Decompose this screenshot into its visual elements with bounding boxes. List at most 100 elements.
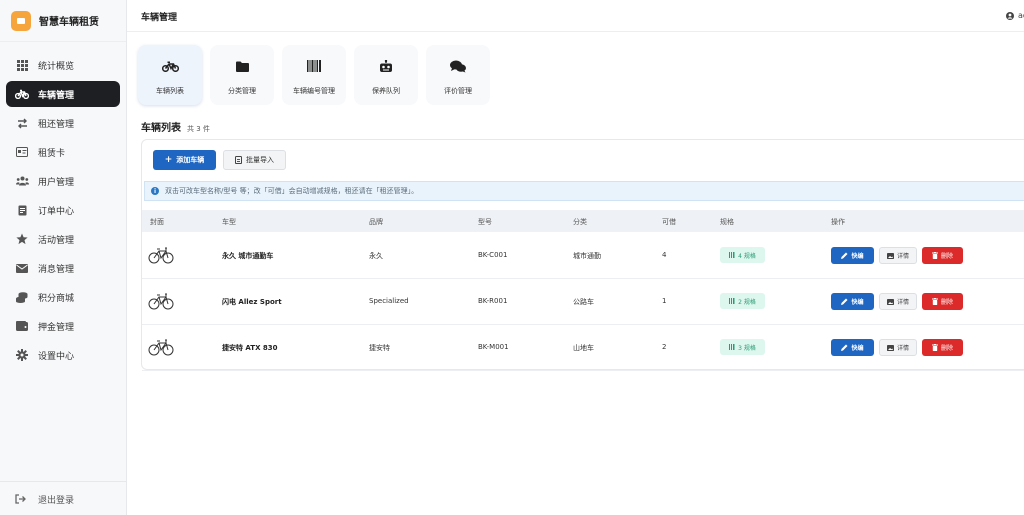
- vehicle-category: 山地车: [573, 344, 594, 352]
- envelope-icon: [15, 262, 29, 274]
- detail-button[interactable]: 详情: [879, 247, 917, 264]
- topbar: 车辆管理 ad: [127, 0, 1024, 32]
- trash-icon: [931, 344, 938, 351]
- sidebar-item-rentals[interactable]: 租还管理: [6, 110, 120, 136]
- tile-vehicle-codes[interactable]: 车辆编号管理: [282, 45, 346, 105]
- spec-badge[interactable]: 3 规格: [720, 339, 765, 355]
- delete-button[interactable]: 删除: [922, 339, 963, 356]
- file-import-icon: [235, 156, 242, 164]
- trash-icon: [931, 252, 938, 259]
- swap-icon: [15, 117, 29, 129]
- comments-icon: [450, 58, 466, 74]
- bulk-import-button[interactable]: 批量导入: [223, 150, 286, 170]
- table-row[interactable]: 闪电 Allez Sport Specialized BK-R001 公路车 1…: [142, 279, 1024, 325]
- delete-label: 删除: [940, 253, 953, 260]
- sidebar-nav: 统计概览 车辆管理 租还管理 租赁卡 用户管理 订单中心 活动管理 消息管理 积…: [0, 42, 126, 368]
- delete-button[interactable]: 删除: [922, 293, 963, 310]
- document-icon: [15, 204, 29, 216]
- delete-label: 删除: [940, 345, 953, 352]
- spec-badge[interactable]: 4 规格: [720, 247, 765, 263]
- info-banner: i 双击可改车型名称/型号 等；改「可借」会自动增减规格，租还请在「租还管理」。: [144, 181, 1024, 201]
- vehicle-code: BK-M001: [478, 343, 509, 351]
- tile-maintenance-queue[interactable]: 保养队列: [354, 45, 418, 105]
- users-icon: [15, 175, 29, 187]
- sidebar-item-label: 租赁卡: [38, 148, 66, 159]
- image-icon: [886, 252, 894, 259]
- sidebar-item-label: 车辆管理: [38, 90, 75, 101]
- logout-button[interactable]: 退出登录: [6, 486, 121, 512]
- sidebar-item-label: 消息管理: [38, 264, 75, 275]
- pencil-icon: [841, 344, 848, 351]
- barcode-icon: [729, 344, 735, 350]
- tile-label: 分类管理: [228, 87, 256, 95]
- detail-button[interactable]: 详情: [879, 293, 917, 310]
- tile-reviews[interactable]: 评价管理: [426, 45, 490, 105]
- table-row[interactable]: 捷安特 ATX 830 捷安特 BK-M001 山地车 2 3 规格 快编 详情…: [142, 325, 1024, 371]
- detail-label: 详情: [896, 299, 909, 306]
- add-vehicle-label: 添加车辆: [176, 156, 205, 164]
- user-name: ad: [1018, 11, 1024, 20]
- sidebar-item-activities[interactable]: 活动管理: [6, 226, 120, 252]
- star-icon: [15, 233, 29, 245]
- tile-vehicle-list[interactable]: 车辆列表: [138, 45, 202, 105]
- quick-edit-button[interactable]: 快编: [831, 339, 874, 356]
- sidebar-item-label: 租还管理: [38, 119, 75, 130]
- detail-label: 详情: [896, 345, 909, 352]
- app-logo-icon: [11, 10, 31, 31]
- vehicle-category: 城市通勤: [573, 252, 601, 260]
- pencil-icon: [841, 252, 848, 259]
- vehicle-model[interactable]: 永久 城市通勤车: [222, 251, 273, 261]
- sidebar-item-deposit[interactable]: 押金管理: [6, 313, 120, 339]
- sidebar-item-settings[interactable]: 设置中心: [6, 342, 120, 368]
- sidebar-item-label: 设置中心: [38, 351, 75, 362]
- sidebar-item-rental-card[interactable]: 租赁卡: [6, 139, 120, 165]
- sidebar-item-users[interactable]: 用户管理: [6, 168, 120, 194]
- sidebar-item-overview[interactable]: 统计概览: [6, 52, 120, 78]
- sidebar-divider: [0, 481, 126, 482]
- sidebar-item-label: 用户管理: [38, 177, 75, 188]
- vehicle-brand: 捷安特: [369, 344, 390, 352]
- sidebar-item-orders[interactable]: 订单中心: [6, 197, 120, 223]
- pencil-icon: [841, 298, 848, 305]
- trash-icon: [931, 298, 938, 305]
- tile-label: 车辆编号管理: [293, 87, 335, 95]
- tile-category[interactable]: 分类管理: [210, 45, 274, 105]
- sidebar-item-points-mall[interactable]: 积分商城: [6, 284, 120, 310]
- vehicle-category: 公路车: [573, 298, 594, 306]
- vehicle-available[interactable]: 1: [662, 297, 666, 305]
- detail-button[interactable]: 详情: [879, 339, 917, 356]
- list-count: 共 3 件: [187, 125, 210, 133]
- quick-edit-button[interactable]: 快编: [831, 293, 874, 310]
- user-menu[interactable]: ad: [1006, 11, 1024, 20]
- column-header: 车型: [222, 218, 236, 226]
- vehicle-model[interactable]: 捷安特 ATX 830: [222, 343, 278, 353]
- spec-badge[interactable]: 2 规格: [720, 293, 765, 309]
- spec-label: 3 规格: [738, 344, 756, 352]
- info-text: 双击可改车型名称/型号 等；改「可借」会自动增减规格，租还请在「租还管理」。: [165, 187, 419, 195]
- sidebar-item-label: 积分商城: [38, 293, 75, 304]
- grid-icon: [15, 59, 29, 71]
- plus-icon: +: [164, 154, 173, 165]
- quick-edit-label: 快编: [851, 299, 864, 306]
- sidebar-item-messages[interactable]: 消息管理: [6, 255, 120, 281]
- robot-icon: [379, 58, 393, 74]
- tile-label: 保养队列: [372, 87, 400, 95]
- sidebar-item-label: 订单中心: [38, 206, 75, 217]
- vehicle-brand: Specialized: [369, 297, 409, 305]
- quick-edit-button[interactable]: 快编: [831, 247, 874, 264]
- barcode-icon: [307, 58, 321, 74]
- folder-icon: [235, 58, 249, 74]
- vehicle-model[interactable]: 闪电 Allez Sport: [222, 297, 282, 307]
- vehicle-panel: + 添加车辆 批量导入 i 双击可改车型名称/型号 等；改「可借」会自动增减规格…: [141, 139, 1024, 371]
- image-icon: [886, 298, 894, 305]
- sidebar-item-vehicles[interactable]: 车辆管理: [6, 81, 120, 107]
- vehicle-available[interactable]: 2: [662, 343, 666, 351]
- app-name: 智慧车辆租赁: [39, 17, 99, 28]
- delete-button[interactable]: 删除: [922, 247, 963, 264]
- column-header: 封面: [150, 218, 164, 226]
- add-vehicle-button[interactable]: + 添加车辆: [153, 150, 216, 170]
- sidebar: 智慧车辆租赁 统计概览 车辆管理 租还管理 租赁卡 用户管理 订单中心 活动管理…: [0, 0, 127, 515]
- vehicle-available[interactable]: 4: [662, 251, 666, 259]
- table-row[interactable]: 永久 城市通勤车 永久 BK-C001 城市通勤 4 4 规格 快编 详情 删除: [142, 233, 1024, 279]
- table-header: 封面 车型 品牌 型号 分类 可借 规格 操作: [142, 210, 1024, 232]
